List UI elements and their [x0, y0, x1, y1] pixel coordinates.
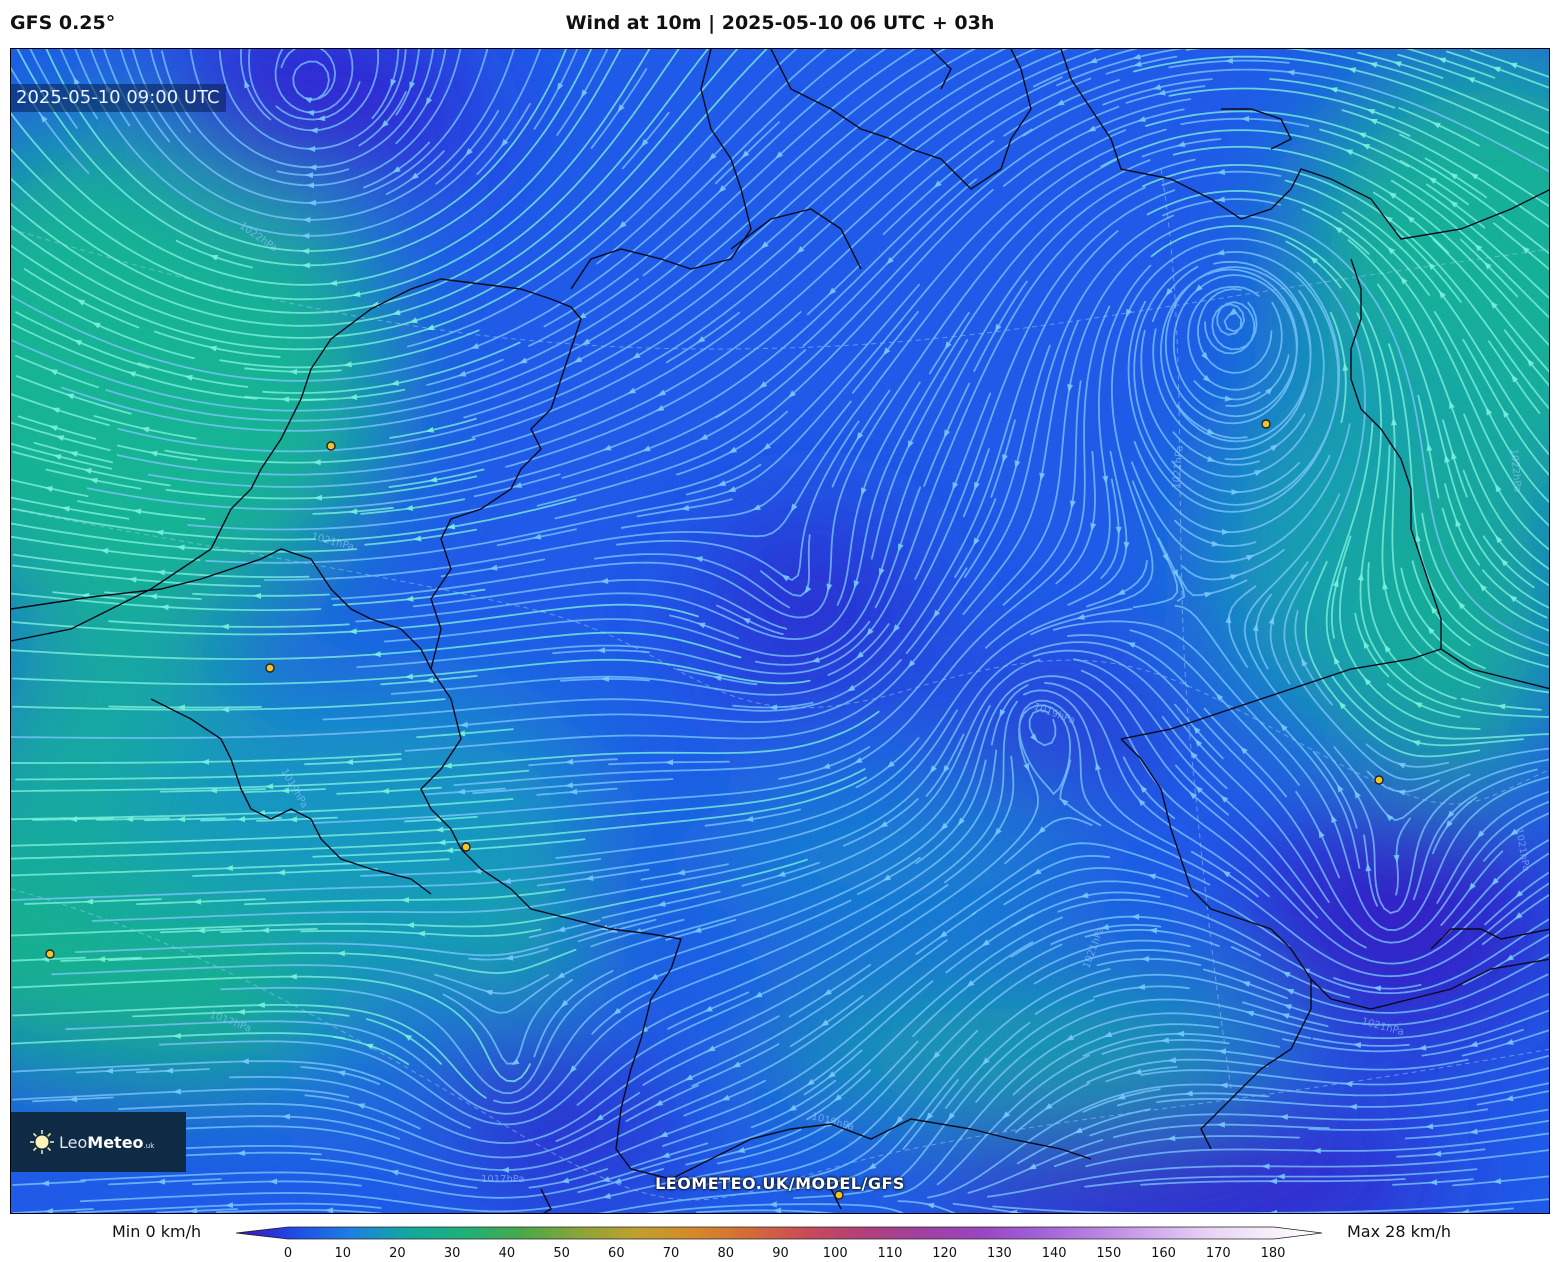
colorbar-tick-label: 120 [932, 1246, 958, 1261]
city-marker[interactable] [45, 949, 55, 959]
colorbar-tick-label: 20 [389, 1246, 406, 1261]
colorbar-tick-label: 10 [334, 1246, 351, 1261]
colorbar-tick-label: 0 [283, 1246, 293, 1261]
colorbar-tick-label: 100 [822, 1246, 848, 1261]
colorbar-tick-label: 140 [1041, 1246, 1067, 1261]
city-marker[interactable] [1261, 419, 1271, 429]
sun-icon [30, 1130, 54, 1154]
colorbar-tick-label: 90 [772, 1246, 789, 1261]
colorbar-bar [236, 1226, 1323, 1240]
chart-title: Wind at 10m | 2025-05-10 06 UTC + 03h [565, 12, 995, 34]
logo-bold: Meteo [87, 1132, 144, 1152]
colorbar-tick-label: 60 [608, 1246, 625, 1261]
colorbar-tick-label: 130 [986, 1246, 1012, 1261]
legend-max-label: Max 28 km/h [1347, 1222, 1451, 1241]
colorbar-tick-label: 50 [553, 1246, 570, 1261]
city-marker[interactable] [265, 663, 275, 673]
valid-time-label: 2025-05-10 09:00 UTC [10, 84, 226, 112]
colorbar-tick-label: 150 [1096, 1246, 1122, 1261]
colorbar-tick-label: 110 [877, 1246, 903, 1261]
colorbar-tick-label: 180 [1260, 1246, 1286, 1261]
logo-suffix: .uk [143, 1141, 155, 1150]
colorbar-tick-label: 160 [1151, 1246, 1176, 1261]
colorbar-tick-label: 80 [717, 1246, 735, 1261]
colorbar [236, 1226, 1323, 1240]
logo-wordmark: LeoMeteo.uk [59, 1133, 154, 1152]
legend-min-label: Min 0 km/h [112, 1222, 202, 1241]
city-marker[interactable] [461, 842, 471, 852]
wind-map[interactable]: 1022hPa 1021hPa 1021hPa 1022hPa 1019hPa … [10, 48, 1550, 1214]
colorbar-tick-label: 30 [443, 1246, 461, 1261]
map-canvas: 1022hPa 1021hPa 1021hPa 1022hPa 1019hPa … [11, 49, 1549, 1213]
colorbar-tick-label: 70 [662, 1246, 680, 1261]
city-marker[interactable] [326, 441, 336, 451]
watermark-url: LEOMETEO.UK/MODEL/GFS [655, 1174, 905, 1193]
city-marker[interactable] [1374, 775, 1384, 785]
colorbar-ticks: 0 10 20 30 40 50 60 70 80 90 100 110 120 130 140 150 160… [0, 1246, 1560, 1262]
colorbar-tick-label: 170 [1205, 1246, 1231, 1261]
leometeo-logo[interactable]: LeoMeteo.uk [11, 1112, 186, 1172]
colorbar-tick-label: 40 [498, 1246, 516, 1261]
logo-light: Leo [59, 1132, 88, 1152]
